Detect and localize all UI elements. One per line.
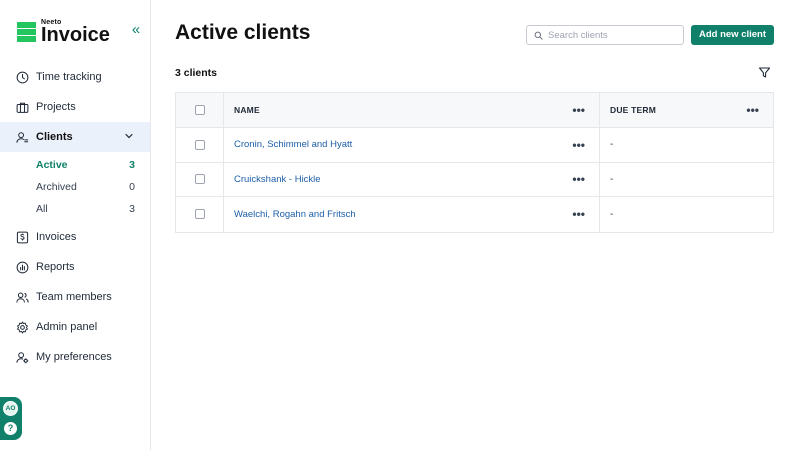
clients-count: 3 clients	[175, 67, 218, 79]
reports-icon	[16, 261, 29, 274]
user-settings-icon	[16, 351, 29, 364]
submenu-item-count: 3	[129, 159, 135, 171]
table-header-row: NAME ••• DUE TERM •••	[176, 93, 773, 128]
search-input[interactable]	[548, 29, 678, 41]
sidebar-item-invoices[interactable]: Invoices	[0, 222, 150, 252]
avatar[interactable]: AO	[3, 401, 18, 416]
sidebar-item-clients[interactable]: Clients	[0, 122, 150, 152]
sidebar-item-label: Invoices	[36, 231, 77, 243]
sidebar-item-admin-panel[interactable]: Admin panel	[0, 312, 150, 342]
submenu-item-label: Archived	[36, 181, 77, 193]
sidebar-item-label: Reports	[36, 261, 75, 273]
select-all-checkbox[interactable]	[194, 105, 205, 115]
user-menu: AO ?	[0, 397, 22, 440]
submenu-item-count: 3	[129, 203, 135, 215]
sidebar-item-label: Team members	[36, 291, 112, 303]
sidebar-nav: Time tracking Projects Clients Active 3 …	[0, 62, 150, 372]
sidebar-item-label: Projects	[36, 101, 76, 113]
briefcase-icon	[16, 101, 29, 114]
settings-icon	[16, 320, 29, 334]
row-actions-icon[interactable]: •••	[572, 173, 585, 185]
add-new-client-button[interactable]: Add new client	[691, 25, 774, 45]
sidebar-item-label: Admin panel	[36, 321, 98, 333]
column-menu-icon[interactable]: •••	[746, 104, 759, 116]
invoice-icon	[16, 231, 29, 244]
filter-icon[interactable]	[758, 66, 771, 79]
clients-submenu: Active 3 Archived 0 All 3	[0, 152, 150, 222]
row-actions-icon[interactable]: •••	[572, 208, 585, 220]
clock-icon	[16, 71, 29, 84]
submenu-item-label: All	[36, 203, 48, 215]
submenu-item-label: Active	[36, 159, 68, 171]
client-name-link[interactable]: Cronin, Schimmel and Hyatt	[234, 139, 352, 150]
row-checkbox[interactable]	[194, 174, 205, 185]
client-icon	[16, 131, 29, 144]
column-menu-icon[interactable]: •••	[572, 104, 585, 116]
sidebar-item-reports[interactable]: Reports	[0, 252, 150, 282]
sidebar-item-projects[interactable]: Projects	[0, 92, 150, 122]
main-content: Active clients Add new client 3 clients …	[151, 0, 800, 450]
due-term-value: -	[610, 208, 614, 220]
search-icon	[534, 31, 543, 40]
collapse-sidebar-icon[interactable]: «	[129, 22, 143, 37]
help-icon[interactable]: ?	[3, 421, 18, 436]
submenu-item-count: 0	[129, 181, 135, 193]
column-header-due-term: DUE TERM	[610, 105, 656, 115]
sidebar-item-team-members[interactable]: Team members	[0, 282, 150, 312]
logo-mark-icon	[17, 22, 36, 42]
row-checkbox[interactable]	[194, 209, 205, 220]
table-row: Waelchi, Rogahn and Fritsch ••• -	[176, 197, 773, 232]
page-title: Active clients	[175, 21, 311, 44]
logo-brand-name: Invoice	[41, 24, 110, 46]
due-term-value: -	[610, 173, 614, 185]
sidebar-item-label: Clients	[36, 131, 73, 143]
row-checkbox[interactable]	[194, 139, 205, 150]
app-logo[interactable]: Neeto Invoice	[17, 19, 110, 45]
table-row: Cronin, Schimmel and Hyatt ••• -	[176, 128, 773, 163]
sidebar-item-label: My preferences	[36, 351, 112, 363]
submenu-item-active[interactable]: Active 3	[0, 154, 150, 176]
client-name-link[interactable]: Cruickshank - Hickle	[234, 174, 321, 185]
sidebar-item-my-preferences[interactable]: My preferences	[0, 342, 150, 372]
due-term-value: -	[610, 139, 614, 151]
search-box[interactable]	[526, 25, 684, 45]
table-row: Cruickshank - Hickle ••• -	[176, 162, 773, 197]
submenu-item-all[interactable]: All 3	[0, 198, 150, 220]
team-icon	[16, 291, 29, 304]
sidebar-item-label: Time tracking	[36, 71, 102, 83]
sidebar-item-time-tracking[interactable]: Time tracking	[0, 62, 150, 92]
submenu-item-archived[interactable]: Archived 0	[0, 176, 150, 198]
row-actions-icon[interactable]: •••	[572, 139, 585, 151]
column-header-name: NAME	[234, 105, 260, 115]
client-name-link[interactable]: Waelchi, Rogahn and Fritsch	[234, 209, 356, 220]
chevron-down-icon	[125, 133, 133, 139]
clients-table: NAME ••• DUE TERM ••• Cronin, Schimmel a…	[175, 92, 774, 233]
sidebar: Neeto Invoice « Time tracking Projects C…	[0, 0, 151, 450]
